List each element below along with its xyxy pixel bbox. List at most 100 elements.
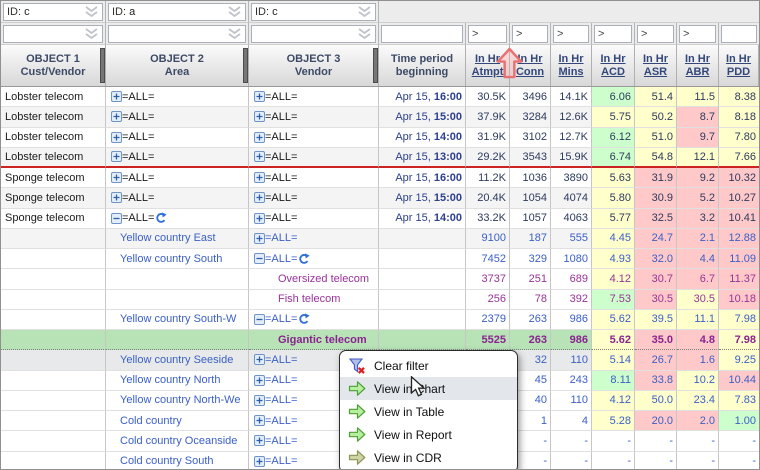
cell-in-hr-pdd[interactable]: 11.37 (719, 269, 759, 289)
cell-area[interactable] (106, 269, 249, 289)
cell-vendor[interactable]: =ALL= (249, 249, 379, 269)
cell-in-hr-atmpt[interactable]: 29.2K (466, 148, 510, 168)
cell-area[interactable]: Cold country South (106, 452, 249, 470)
cell-in-hr-acd[interactable]: 5.62 (592, 330, 635, 350)
cell-area[interactable]: =ALL= (106, 87, 249, 107)
cell-in-hr-mins[interactable]: 12.7K (551, 128, 592, 148)
operator-filter-input-atmpt[interactable]: > (468, 25, 507, 43)
chevron-down-icon[interactable] (84, 6, 99, 17)
menu-item-view-in-report[interactable]: View in Report (340, 423, 517, 446)
cell-cust-vendor[interactable] (1, 330, 106, 350)
cell-in-hr-abr[interactable]: - (677, 431, 719, 451)
column-header-mins[interactable]: In HrMins (551, 45, 592, 86)
cell-time-period[interactable]: Apr 15, 14:00 (379, 209, 466, 229)
minus-expander-icon[interactable] (111, 213, 122, 224)
plus-expander-icon[interactable] (254, 111, 265, 122)
cell-in-hr-mins[interactable]: 12.6K (551, 107, 592, 127)
cell-in-hr-acd[interactable]: 5.28 (592, 411, 635, 431)
cell-cust-vendor[interactable] (1, 229, 106, 249)
cell-in-hr-asr[interactable]: 33.8 (635, 371, 677, 391)
cell-in-hr-pdd[interactable]: 9.25 (719, 350, 759, 370)
cell-in-hr-pdd[interactable]: 7.98 (719, 330, 759, 350)
cell-cust-vendor[interactable] (1, 310, 106, 330)
cell-area[interactable]: Yellow country North-We (106, 391, 249, 411)
cell-cust-vendor[interactable]: Lobster telecom (1, 148, 106, 168)
value-filter-dropdown-obj2[interactable] (108, 25, 246, 43)
cell-in-hr-asr[interactable]: 51.0 (635, 128, 677, 148)
cell-in-hr-acd[interactable]: 6.12 (592, 128, 635, 148)
cell-time-period[interactable]: Apr 15, 15:00 (379, 188, 466, 208)
cell-in-hr-mins[interactable]: 986 (551, 310, 592, 330)
plus-expander-icon[interactable] (254, 456, 265, 467)
cell-in-hr-abr[interactable]: 11.5 (677, 87, 719, 107)
refresh-icon[interactable] (297, 253, 310, 265)
cell-in-hr-atmpt[interactable]: 11.2K (466, 168, 510, 188)
cell-in-hr-abr[interactable]: 30.5 (677, 290, 719, 310)
cell-in-hr-pdd[interactable]: 8.38 (719, 87, 759, 107)
cell-vendor[interactable]: =ALL= (249, 107, 379, 127)
cell-cust-vendor[interactable]: Sponge telecom (1, 188, 106, 208)
cell-area[interactable]: Yellow country South (106, 249, 249, 269)
table-row[interactable]: Lobster telecom=ALL==ALL=Apr 15, 14:0031… (1, 128, 759, 148)
cell-in-hr-abr[interactable]: 2.0 (677, 411, 719, 431)
chevron-down-icon[interactable] (357, 28, 372, 39)
cell-in-hr-abr[interactable]: 4.8 (677, 330, 719, 350)
cell-in-hr-asr[interactable]: 20.0 (635, 411, 677, 431)
cell-in-hr-abr[interactable]: 9.2 (677, 168, 719, 188)
cell-in-hr-mins[interactable]: - (551, 452, 592, 470)
cell-in-hr-mins[interactable]: 3890 (551, 168, 592, 188)
cell-in-hr-pdd[interactable]: 8.18 (719, 107, 759, 127)
plus-expander-icon[interactable] (254, 213, 265, 224)
plus-expander-icon[interactable] (111, 111, 122, 122)
column-header-atmpt[interactable]: In HrAtmpt (466, 45, 510, 86)
cell-in-hr-mins[interactable]: 986 (551, 330, 592, 350)
cell-area[interactable]: Cold country (106, 411, 249, 431)
cell-area[interactable]: Yellow country South-W (106, 310, 249, 330)
column-resize-handle[interactable] (373, 48, 378, 83)
cell-cust-vendor[interactable] (1, 411, 106, 431)
cell-cust-vendor[interactable]: Lobster telecom (1, 87, 106, 107)
cell-in-hr-acd[interactable]: 5.63 (592, 168, 635, 188)
cell-in-hr-asr[interactable]: 24.7 (635, 229, 677, 249)
cell-in-hr-acd[interactable]: 5.62 (592, 310, 635, 330)
menu-item-view-in-table[interactable]: View in Table (340, 400, 517, 423)
cell-in-hr-atmpt[interactable]: 9100 (466, 229, 510, 249)
cell-in-hr-conn[interactable]: 3284 (510, 107, 551, 127)
cell-in-hr-asr[interactable]: 39.5 (635, 310, 677, 330)
plus-expander-icon[interactable] (111, 151, 122, 162)
cell-area[interactable]: =ALL= (106, 168, 249, 188)
cell-in-hr-acd[interactable]: 5.14 (592, 350, 635, 370)
cell-in-hr-abr[interactable]: 12.1 (677, 148, 719, 168)
cell-in-hr-asr[interactable]: 30.5 (635, 290, 677, 310)
cell-vendor[interactable]: =ALL= (249, 87, 379, 107)
chevron-down-icon[interactable] (84, 28, 99, 39)
plus-expander-icon[interactable] (111, 192, 122, 203)
cell-vendor[interactable]: =ALL= (249, 229, 379, 249)
cell-in-hr-conn[interactable]: 1036 (510, 168, 551, 188)
cell-in-hr-acd[interactable]: - (592, 452, 635, 470)
plus-expander-icon[interactable] (254, 132, 265, 143)
column-resize-handle[interactable] (243, 48, 248, 83)
table-row[interactable]: Yellow country East=ALL=91001875554.4524… (1, 229, 759, 249)
cell-in-hr-pdd[interactable]: 10.18 (719, 290, 759, 310)
cell-in-hr-pdd[interactable]: 1.00 (719, 411, 759, 431)
cell-vendor[interactable]: =ALL= (249, 148, 379, 168)
chevron-down-icon[interactable] (227, 6, 242, 17)
plus-expander-icon[interactable] (254, 375, 265, 386)
value-filter-dropdown-obj1[interactable] (3, 25, 103, 43)
cell-in-hr-atmpt[interactable]: 7452 (466, 249, 510, 269)
cell-cust-vendor[interactable]: Sponge telecom (1, 168, 106, 188)
cell-cust-vendor[interactable] (1, 290, 106, 310)
cell-in-hr-atmpt[interactable]: 30.5K (466, 87, 510, 107)
cell-in-hr-asr[interactable]: - (635, 452, 677, 470)
table-row[interactable]: Yellow country South-W=ALL=23792639865.6… (1, 310, 759, 330)
cell-in-hr-atmpt[interactable]: 2379 (466, 310, 510, 330)
cell-in-hr-conn[interactable]: 187 (510, 229, 551, 249)
cell-in-hr-mins[interactable]: - (551, 431, 592, 451)
plus-expander-icon[interactable] (111, 91, 122, 102)
column-header-abr[interactable]: In HrABR (677, 45, 719, 86)
id-filter-input-obj3[interactable]: ID:c (251, 3, 376, 21)
table-row[interactable]: Sponge telecom=ALL==ALL=Apr 15, 16:0011.… (1, 168, 759, 188)
cell-in-hr-abr[interactable]: 8.7 (677, 107, 719, 127)
cell-in-hr-conn[interactable]: 1054 (510, 188, 551, 208)
